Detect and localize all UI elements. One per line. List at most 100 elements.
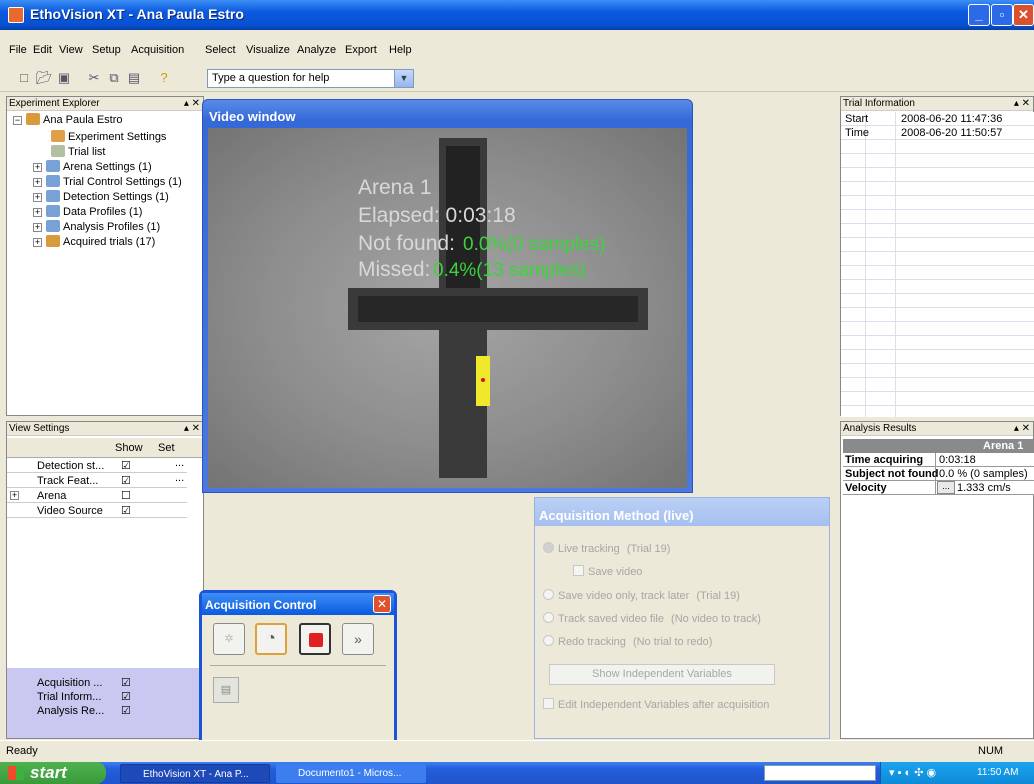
view-row[interactable]: Trial Inform... ☑ [7, 690, 187, 704]
acquisition-method-title: Acquisition Method (live) [535, 498, 829, 526]
radio-save-video-only[interactable]: Save video only, track later (Trial 19) [543, 589, 740, 602]
app-icon [8, 7, 24, 23]
stop-button[interactable] [299, 623, 331, 655]
panel-close-icon[interactable]: ▴ ✕ [184, 422, 200, 436]
missed-value: 0.4%(13 samples) [433, 260, 587, 281]
wait-button[interactable]: ✲ [213, 623, 245, 655]
trial-control-icon [46, 175, 60, 187]
more-button[interactable]: ... [175, 472, 184, 484]
arena-label: Arena 1 [358, 176, 432, 199]
radio-track-saved[interactable]: Track saved video file (No video to trac… [543, 612, 761, 625]
notfound-label: Not found: [358, 232, 455, 255]
open-icon[interactable]: 📂︎ [36, 70, 53, 86]
col-show: Show [115, 442, 143, 454]
taskbar-item-documento[interactable]: Documento1 - Micros... [276, 764, 426, 783]
save-icon[interactable]: ▣ [56, 70, 72, 86]
help-question-input[interactable]: Type a question for help [207, 69, 414, 88]
tree-item-analysis-profiles[interactable]: + Analysis Profiles (1) [33, 220, 160, 233]
paste-icon[interactable]: ▤ [126, 70, 142, 86]
cut-icon[interactable]: ✂ [86, 70, 102, 86]
acquired-trials-icon [46, 235, 60, 247]
acquisition-control-window[interactable]: Acquisition Control ✕ ✲ ◔ » ▤ [199, 590, 397, 749]
menu-analyze[interactable]: Analyze [297, 44, 336, 56]
video-window[interactable]: Video window Arena 1 Elapsed: 0:03:18 No… [202, 99, 693, 493]
view-row[interactable]: Acquisition ... ☑ [7, 676, 187, 690]
toolbar: □ 📂︎ ▣ ✂ ⧉ ▤ ? [0, 62, 1034, 92]
folder-icon[interactable]: ▤ [213, 677, 239, 703]
new-icon[interactable]: □ [16, 70, 32, 86]
elapsed-label: Elapsed: 0:03:18 [358, 204, 516, 227]
panel-close-icon[interactable]: ▴ ✕ [184, 97, 200, 111]
tree-item-data-profiles[interactable]: + Data Profiles (1) [33, 205, 142, 218]
maximize-button[interactable]: ▫ [991, 4, 1013, 26]
menu-visualize[interactable]: Visualize [246, 44, 290, 56]
tree-root[interactable]: − Ana Paula Estro [13, 113, 123, 126]
copy-icon[interactable]: ⧉ [106, 70, 122, 86]
experiment-icon [26, 113, 40, 125]
tree-item-detection[interactable]: + Detection Settings (1) [33, 190, 169, 203]
tree-item-experiment-settings[interactable]: Experiment Settings [51, 130, 166, 143]
num-lock-indicator: NUM [978, 745, 1004, 757]
checkbox-save-video[interactable]: Save video [573, 565, 642, 578]
more-button[interactable]: ... [937, 481, 955, 494]
video-frame: Arena 1 Elapsed: 0:03:18 Not found: 0.0%… [208, 128, 687, 488]
trial-info-title: Trial Information [843, 98, 915, 109]
time-acquiring-label: Time acquiring [845, 454, 924, 466]
menu-setup[interactable]: Setup [92, 44, 121, 56]
tree-item-acquired-trials[interactable]: + Acquired trials (17) [33, 235, 155, 248]
acquisition-control-title: Acquisition Control [202, 593, 394, 615]
tray-icons[interactable]: ▾ ▪ ◐ ✣ ◉ [889, 762, 936, 784]
view-row[interactable]: Analysis Re... ☑ [7, 704, 187, 718]
trial-start-label: Start [845, 113, 869, 125]
address-input[interactable] [764, 765, 876, 781]
trial-time-value: 2008-06-20 11:50:57 [901, 127, 1003, 139]
status-bar: Ready NUM [0, 740, 1034, 762]
explorer-title: Experiment Explorer [9, 98, 100, 109]
menu-acquisition[interactable]: Acquisition [131, 44, 184, 56]
close-button[interactable]: ✕ [1013, 4, 1034, 26]
menu-edit[interactable]: Edit [33, 44, 52, 56]
experiment-explorer: Experiment Explorer ▴ ✕ − Ana Paula Estro … [6, 96, 204, 416]
menu-help[interactable]: Help [389, 44, 412, 56]
trial-information-panel: Trial Information ▴ ✕ Start 2008-06-20 11… [840, 96, 1034, 417]
tree-item-arena-settings[interactable]: + Arena Settings (1) [33, 160, 152, 173]
panel-close-icon[interactable]: ▴ ✕ [1014, 422, 1030, 436]
menu-file[interactable]: File [9, 44, 27, 56]
notfound-value: 0.0%(0 samples) [463, 234, 606, 255]
view-row[interactable]: + Arena ☐ [7, 489, 187, 503]
taskbar: start EthoVision XT - Ana P... Documento… [0, 762, 1034, 784]
view-settings-title: View Settings [9, 423, 70, 434]
tree-item-trial-list[interactable]: Trial list [51, 145, 105, 158]
help-icon[interactable]: ? [156, 70, 172, 86]
menu-export[interactable]: Export [345, 44, 377, 56]
close-icon[interactable]: ✕ [373, 595, 391, 613]
missed-label: Missed: [358, 258, 431, 281]
minimize-button[interactable]: _ [968, 4, 990, 26]
window-title: EthoVision XT - Ana Paula Estro [30, 6, 244, 22]
analysis-profile-icon [46, 220, 60, 232]
radio-redo-tracking[interactable]: Redo tracking (No trial to redo) [543, 635, 712, 648]
taskbar-item-ethovision[interactable]: EthoVision XT - Ana P... [120, 764, 270, 783]
system-tray: ▾ ▪ ◐ ✣ ◉ 11:50 AM [880, 762, 1034, 784]
subject-not-found-label: Subject not found [845, 468, 939, 480]
start-trial-button[interactable]: ◔ [255, 623, 287, 655]
view-row[interactable]: Video Source ☑ [7, 504, 187, 518]
more-button[interactable]: ... [175, 457, 184, 469]
show-independent-variables-button[interactable]: Show Independent Variables [549, 664, 775, 685]
window-titlebar[interactable]: EthoVision XT - Ana Paula Estro _ ▫ ✕ [0, 0, 1034, 30]
menu-view[interactable]: View [59, 44, 83, 56]
radio-live-tracking[interactable]: Live tracking (Trial 19) [543, 542, 670, 555]
next-button[interactable]: » [342, 623, 374, 655]
view-settings-panel: View Settings ▴ ✕ Show Set Detection st..… [6, 421, 205, 739]
panel-close-icon[interactable]: ▴ ✕ [1014, 97, 1030, 111]
trial-time-label: Time [845, 127, 870, 139]
settings-icon [51, 130, 65, 142]
menu-select[interactable]: Select [205, 44, 236, 56]
tree-item-trial-control[interactable]: + Trial Control Settings (1) [33, 175, 182, 188]
view-row[interactable]: Track Feat... ☑... [7, 472, 187, 488]
view-row[interactable]: Detection st... ☑... [7, 457, 187, 473]
chevron-down-icon[interactable]: ▼ [394, 70, 413, 87]
checkbox-edit-iv[interactable]: Edit Independent Variables after acquisi… [543, 698, 769, 711]
analysis-results-panel: Analysis Results ▴ ✕ Arena 1 Time acquiri… [840, 421, 1034, 739]
analysis-column-arena: Arena 1 [983, 440, 1024, 452]
